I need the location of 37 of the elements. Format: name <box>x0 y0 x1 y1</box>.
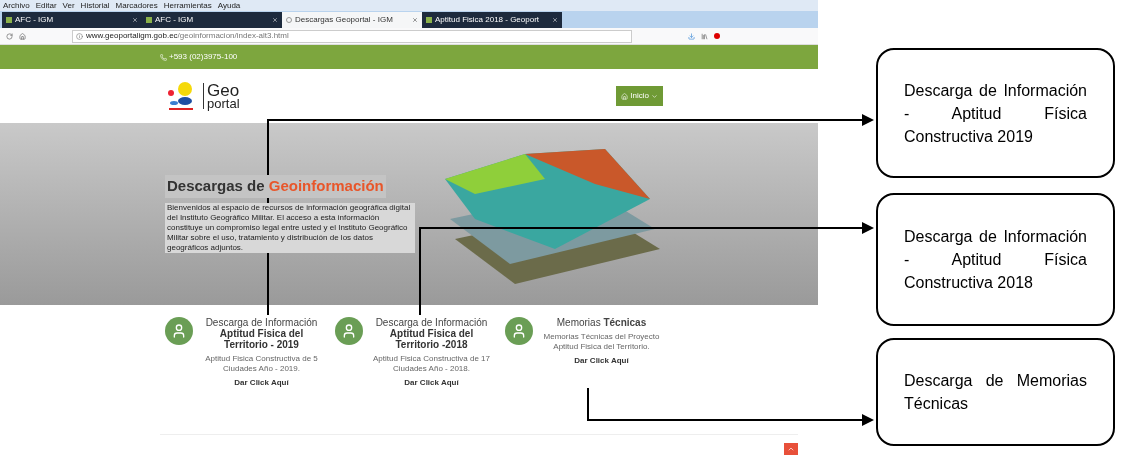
menu-item[interactable]: Ver <box>62 1 75 10</box>
geoportal-logo[interactable]: Geo portal <box>165 81 240 111</box>
tab-title: Descargas Geoportal - IGM <box>295 14 394 26</box>
browser-tab[interactable]: AFC - IGM <box>142 12 282 28</box>
logo-text: Geo <box>207 82 240 98</box>
menu-item[interactable]: Ayuda <box>217 1 241 10</box>
card-description: Aptitud Fisica Constructiva de 5 Ciudades Año - 2019. <box>204 354 319 374</box>
card-description: Memorias Técnicas del Proyecto Aptitud Fisica del Territorio. <box>542 332 661 352</box>
menu-item[interactable]: Marcadores <box>115 1 158 10</box>
callout-text: Descarga de Memorias Técnicas <box>904 371 1087 414</box>
card-description: Aptitud Fisica Constructiva de 17 Ciudades Año - 2018. <box>372 354 491 374</box>
callout-text: Descarga de Información - Aptitud Física Constructiva 2018 <box>904 227 1087 293</box>
tab-title: AFC - IGM <box>15 14 55 26</box>
menu-item[interactable]: Editar <box>35 1 57 10</box>
click-here-link[interactable]: Dar Click Aquí <box>234 377 289 389</box>
tab-title: Aptitud Fisica 2018 - Geoport <box>435 14 541 26</box>
click-here-link[interactable]: Dar Click Aquí <box>404 377 459 389</box>
card-title: Memorias Técnicas <box>556 317 647 328</box>
phone-number: +593 (02)3975-100 <box>169 51 238 63</box>
url-text: www.geoportaligm.gob.ec/geoinformacion/index-alt3.html <box>86 30 289 42</box>
menu-item[interactable]: Herramientas <box>163 1 212 10</box>
callout-text: Descarga de Información - Aptitud Física Constructiva 2019 <box>904 80 1087 147</box>
card-title: Descarga de Información <box>205 317 318 328</box>
browser-tab[interactable]: Descargas Geoportal - IGM <box>282 12 422 28</box>
card-subtitle: Aptitud Fisica del Territorio - 2019 <box>219 328 305 350</box>
card-subtitle: Aptitud Fisica del Territorio -2018 <box>389 328 475 350</box>
hero-title: Descargas de Geoinformación <box>165 175 386 198</box>
browser-tab[interactable]: AFC - IGM <box>2 12 142 28</box>
browser-tab[interactable]: Aptitud Fisica 2018 - Geoport <box>422 12 562 28</box>
menu-item[interactable]: Historial <box>80 1 110 10</box>
hero-text: Bienvenidos al espacio de recursos de información geográfica digital del Instituto Geográfico Militar. El acceso a esta información constituye un compromiso legal entre usted y el Instituto Geográfico Militar sobre el uso, tratamiento y distribución de los datos geográficos adjuntos. <box>165 202 415 253</box>
click-here-link[interactable]: Dar Click Aquí <box>574 355 629 367</box>
menu-item[interactable]: Archivo <box>3 1 30 10</box>
tab-title: AFC - IGM <box>155 14 195 26</box>
card-title: Descarga de Información <box>375 317 488 328</box>
address-bar[interactable]: www.geoportaligm.gob.ec/geoinformacion/index-alt3.html <box>72 29 632 43</box>
logo-text: portal <box>207 97 240 110</box>
